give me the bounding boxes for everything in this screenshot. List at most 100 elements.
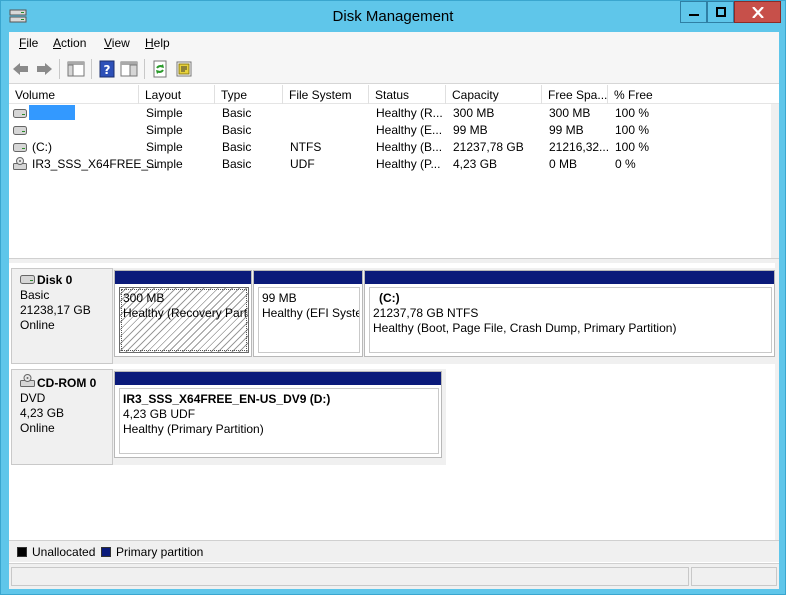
volume-free-space: 0 MB xyxy=(549,157,578,171)
toolbar-separator xyxy=(144,59,145,79)
cdrom-0-kind: DVD xyxy=(20,391,46,405)
partition-d-title: IR3_SSS_X64FREE_EN-US_DV9 (D:) xyxy=(123,392,331,406)
partition-recovery-body: 300 MB Healthy (Recovery Partition) xyxy=(119,287,249,353)
maximize-button[interactable] xyxy=(707,1,734,23)
properties-icon[interactable] xyxy=(174,59,194,79)
minimize-icon xyxy=(688,14,699,16)
close-icon xyxy=(751,7,764,18)
menu-action[interactable]: Action xyxy=(53,36,86,50)
client-area: File Action View Help ? Volume Layout Ty… xyxy=(9,32,779,589)
menu-help[interactable]: Help xyxy=(145,36,170,50)
partition-d-size: 4,23 GB UDF xyxy=(123,407,196,421)
partition-d[interactable]: IR3_SSS_X64FREE_EN-US_DV9 (D:) 4,23 GB U… xyxy=(114,371,442,458)
volume-percent-free: 100 % xyxy=(615,106,650,120)
cdrom-0-label[interactable]: CD-ROM 0 DVD 4,23 GB Online xyxy=(11,369,113,465)
disk-0-label[interactable]: Disk 0 Basic 21238,17 GB Online xyxy=(11,268,113,364)
partition-recovery-size: 300 MB xyxy=(123,291,165,305)
menu-view-rest: iew xyxy=(111,36,130,50)
menu-help-key: H xyxy=(145,36,154,50)
partition-d-body: IR3_SSS_X64FREE_EN-US_DV9 (D:) 4,23 GB U… xyxy=(119,388,439,454)
disk-0-state: Online xyxy=(20,318,55,332)
legend-unallocated: Unallocated xyxy=(32,545,96,559)
column-header-percent-free[interactable]: % Free xyxy=(608,85,708,104)
volume-file-system: NTFS xyxy=(290,140,322,154)
volume-percent-free: 100 % xyxy=(615,140,650,154)
column-header-layout[interactable]: Layout xyxy=(139,85,215,104)
column-header-status[interactable]: Status xyxy=(369,85,446,104)
volume-type: Basic xyxy=(222,157,252,171)
maximize-icon xyxy=(715,7,726,17)
window-title: Disk Management xyxy=(332,8,454,25)
disk-0-title: Disk 0 xyxy=(20,273,112,288)
volume-name: (C:) xyxy=(32,140,52,154)
graphical-view-scrollbar[interactable] xyxy=(775,263,779,540)
volume-list: Volume Layout Type File System Status Ca… xyxy=(9,85,779,258)
show-pane-icon[interactable] xyxy=(119,59,139,79)
column-header-file-system[interactable]: File System xyxy=(283,85,369,104)
status-pane-secondary xyxy=(691,567,777,586)
status-bar xyxy=(9,563,779,589)
help-icon[interactable]: ? xyxy=(97,59,117,79)
disk-0-size: 21238,17 GB xyxy=(20,303,91,317)
console-tree-icon[interactable] xyxy=(66,59,86,79)
volume-name: IR3_SSS_X64FREE_... xyxy=(32,157,159,171)
volume-capacity: 300 MB xyxy=(453,106,495,120)
cdrom-0-size: 4,23 GB xyxy=(20,406,65,420)
partition-efi-size: 99 MB xyxy=(262,291,297,305)
menu-help-rest: elp xyxy=(153,36,170,50)
volume-list-scrollbar[interactable] xyxy=(771,104,779,258)
svg-text:?: ? xyxy=(104,63,111,77)
cdrom-0-state: Online xyxy=(20,421,55,435)
menu-file[interactable]: File xyxy=(19,36,38,50)
partition-c[interactable]: (C:) 21237,78 GB NTFS Healthy (Boot, Pag… xyxy=(364,270,775,357)
volume-layout: Simple xyxy=(146,157,183,171)
volume-capacity: 99 MB xyxy=(453,123,488,137)
title-bar[interactable]: Disk Management xyxy=(1,1,785,32)
volume-file-system: UDF xyxy=(290,157,315,171)
volume-row[interactable]: IR3_SSS_X64FREE_... Simple Basic UDF Hea… xyxy=(9,156,779,173)
column-header-capacity[interactable]: Capacity xyxy=(446,85,542,104)
primary-partition-swatch xyxy=(101,547,111,557)
volume-free-space: 21216,32... xyxy=(549,140,610,154)
partition-recovery[interactable]: 300 MB Healthy (Recovery Partition) xyxy=(114,270,252,357)
menu-view-key: V xyxy=(104,36,112,50)
back-arrow-icon[interactable] xyxy=(11,59,31,79)
column-header-volume[interactable]: Volume xyxy=(9,85,139,104)
unallocated-swatch xyxy=(17,547,27,557)
volume-status: Healthy (R... xyxy=(376,106,443,120)
volume-row[interactable]: Simple Basic Healthy (R... 300 MB 300 MB… xyxy=(9,105,779,122)
toolbar: ? xyxy=(9,54,779,84)
disk-volume-icon xyxy=(13,109,27,118)
partition-c-size: 21237,78 GB NTFS xyxy=(373,306,479,320)
volume-type: Basic xyxy=(222,123,252,137)
volume-row[interactable]: Simple Basic Healthy (E... 99 MB 99 MB 1… xyxy=(9,122,779,139)
volume-status: Healthy (E... xyxy=(376,123,443,137)
refresh-icon[interactable] xyxy=(150,59,170,79)
partition-bar xyxy=(254,271,362,284)
volume-row[interactable]: (C:) Simple Basic NTFS Healthy (B... 212… xyxy=(9,139,779,156)
partition-efi-body: 99 MB Healthy (EFI System Partition) xyxy=(258,287,360,353)
menu-file-rest: ile xyxy=(26,36,39,50)
menu-view[interactable]: View xyxy=(104,36,130,50)
minimize-button[interactable] xyxy=(680,1,707,23)
close-button[interactable] xyxy=(734,1,781,23)
partition-efi[interactable]: 99 MB Healthy (EFI System Partition) xyxy=(253,270,363,357)
volume-layout: Simple xyxy=(146,123,183,137)
menu-action-key: A xyxy=(53,36,62,50)
cdrom-0-name: CD-ROM 0 xyxy=(37,376,97,390)
column-header-free-space[interactable]: Free Spa... xyxy=(542,85,608,104)
disk-0-name: Disk 0 xyxy=(37,273,73,287)
toolbar-separator xyxy=(59,59,60,79)
partition-bar xyxy=(115,372,441,385)
status-pane-main xyxy=(11,567,689,586)
volume-percent-free: 100 % xyxy=(615,123,650,137)
forward-arrow-icon[interactable] xyxy=(34,59,54,79)
volume-list-header: Volume Layout Type File System Status Ca… xyxy=(9,85,779,104)
column-header-type[interactable]: Type xyxy=(215,85,283,104)
partition-c-status: Healthy (Boot, Page File, Crash Dump, Pr… xyxy=(373,321,677,335)
cdrom-icon xyxy=(20,374,35,387)
partition-c-body: (C:) 21237,78 GB NTFS Healthy (Boot, Pag… xyxy=(369,287,772,353)
volume-capacity: 21237,78 GB xyxy=(453,140,524,154)
disk-volume-icon xyxy=(13,143,27,152)
toolbar-separator xyxy=(91,59,92,79)
